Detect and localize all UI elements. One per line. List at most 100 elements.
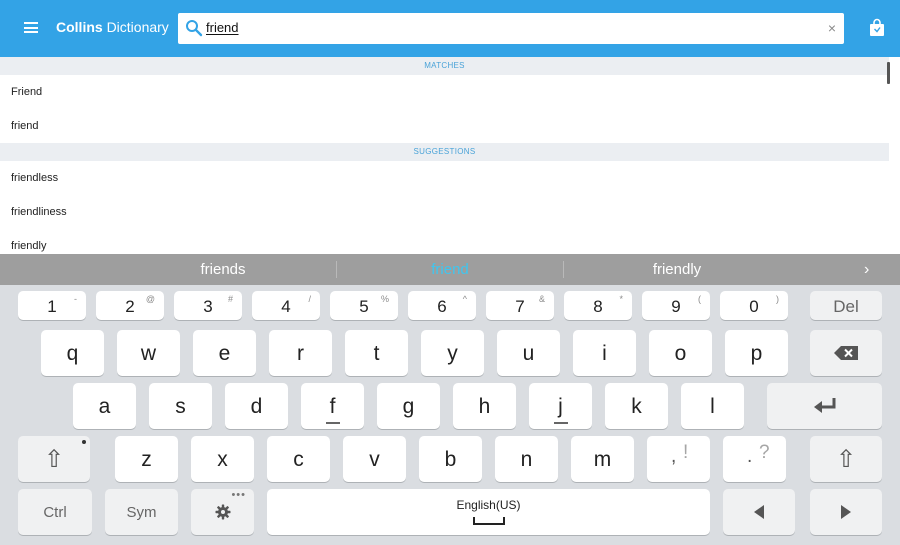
results-list[interactable]: MATCHES Friend friend SUGGESTIONS friend… (0, 57, 889, 254)
settings-key[interactable]: ••• (191, 489, 254, 535)
key-b[interactable]: b (419, 436, 482, 482)
key-h[interactable]: h (453, 383, 516, 429)
key-secondary: ( (698, 294, 701, 304)
key-0[interactable]: 0) (720, 291, 788, 320)
key-label: d (250, 395, 263, 418)
chevron-right-icon[interactable]: › (864, 261, 869, 278)
enter-key[interactable] (767, 383, 882, 429)
key-label: u (522, 342, 535, 365)
key-label: g (402, 395, 415, 418)
key-3[interactable]: 3 # (174, 291, 242, 320)
menu-icon[interactable] (24, 22, 38, 33)
suggestion-item[interactable]: friendly (564, 254, 790, 285)
search-input[interactable]: friend × (178, 13, 844, 44)
key-label: x (217, 448, 228, 471)
key-m[interactable]: m (571, 436, 634, 482)
key-y[interactable]: y (421, 330, 484, 376)
key-o[interactable]: o (649, 330, 712, 376)
key-label: y (447, 342, 458, 365)
key-label: v (369, 448, 380, 471)
key-9[interactable]: 9( (642, 291, 710, 320)
key-label: b (444, 448, 457, 471)
key-l[interactable]: l (681, 383, 744, 429)
list-item[interactable]: friendliness (0, 195, 889, 229)
gear-icon (215, 504, 230, 520)
keyboard-language: English(US) (456, 498, 521, 512)
key-k[interactable]: k (605, 383, 668, 429)
key-secondary: ? (759, 442, 770, 463)
key-8[interactable]: 8 * (564, 291, 632, 320)
key-label: w (140, 342, 157, 365)
key-label: i (602, 342, 607, 365)
search-query[interactable]: friend (206, 20, 239, 35)
list-item[interactable]: friendly (0, 229, 889, 254)
key-d[interactable]: d (225, 383, 288, 429)
suggestion-item[interactable]: friends (110, 254, 336, 285)
key-secondary: ^ (462, 294, 467, 304)
key-p[interactable]: p (725, 330, 788, 376)
shift-icon: ⇧ (43, 446, 65, 473)
key-c[interactable]: c (267, 436, 330, 482)
shift-key-left[interactable]: ⇧ (18, 436, 90, 482)
key-label: c (293, 448, 304, 471)
shopping-bag-icon[interactable] (869, 18, 885, 37)
matches-header: MATCHES (0, 57, 889, 75)
key-v[interactable]: v (343, 436, 406, 482)
key-secondary: & (538, 294, 545, 304)
search-icon (186, 20, 203, 37)
key-w[interactable]: w (117, 330, 180, 376)
key-a[interactable]: a (73, 383, 136, 429)
key-period[interactable]: .? (723, 436, 786, 482)
suggestion-item-active[interactable]: friend (337, 254, 563, 285)
scrollbar-thumb[interactable] (887, 62, 890, 84)
key-label: l (710, 395, 715, 418)
key-q[interactable]: q (41, 330, 104, 376)
key-x[interactable]: x (191, 436, 254, 482)
app-title-brand: Collins (56, 19, 103, 35)
key-t[interactable]: t (345, 330, 408, 376)
key-g[interactable]: g (377, 383, 440, 429)
delete-key[interactable]: Del (810, 291, 882, 320)
ctrl-key[interactable]: Ctrl (18, 489, 92, 535)
arrow-left-icon (754, 505, 764, 519)
key-u[interactable]: u (497, 330, 560, 376)
key-r[interactable]: r (269, 330, 332, 376)
key-z[interactable]: z (115, 436, 178, 482)
key-e[interactable]: e (193, 330, 256, 376)
key-7[interactable]: 7 & (486, 291, 554, 320)
key-label: Del (833, 297, 859, 316)
app-title-product: Dictionary (106, 19, 169, 35)
cursor-right-key[interactable] (810, 489, 882, 535)
key-2[interactable]: 2 @ (96, 291, 164, 320)
key-secondary: ) (776, 294, 779, 304)
shift-key-right[interactable]: ⇧ (810, 436, 882, 482)
key-f[interactable]: f (301, 383, 364, 429)
key-label: s (175, 395, 186, 418)
list-item[interactable]: friend (0, 109, 889, 143)
top-app-bar: Collins Dictionary friend × (0, 0, 900, 57)
app-title: Collins Dictionary (56, 19, 169, 35)
close-icon[interactable]: × (828, 20, 836, 36)
backspace-key[interactable] (810, 330, 882, 376)
space-key[interactable]: English(US) (267, 489, 710, 535)
sym-key[interactable]: Sym (105, 489, 178, 535)
key-label: a (98, 395, 111, 418)
home-key-marker (553, 422, 568, 424)
key-j[interactable]: j (529, 383, 592, 429)
key-6[interactable]: 6 ^ (408, 291, 476, 320)
key-secondary: - (74, 294, 77, 304)
list-item[interactable]: friendless (0, 161, 889, 195)
key-1[interactable]: 1- (18, 291, 86, 320)
key-4[interactable]: 4/ (252, 291, 320, 320)
dictionary-app: Collins Dictionary friend × MATCHES Frie… (0, 0, 900, 545)
list-item[interactable]: Friend (0, 75, 889, 109)
key-s[interactable]: s (149, 383, 212, 429)
key-n[interactable]: n (495, 436, 558, 482)
suggestions-header: SUGGESTIONS (0, 143, 889, 161)
on-screen-keyboard: 1- 2 @ 3 # 4/ 5% 6 ^ 7 & 8 * 9( 0) Del q w e … (0, 285, 900, 545)
key-i[interactable]: i (573, 330, 636, 376)
key-5[interactable]: 5% (330, 291, 398, 320)
cursor-left-key[interactable] (723, 489, 795, 535)
key-comma[interactable]: ,! (647, 436, 710, 482)
key-secondary: # (227, 294, 233, 304)
